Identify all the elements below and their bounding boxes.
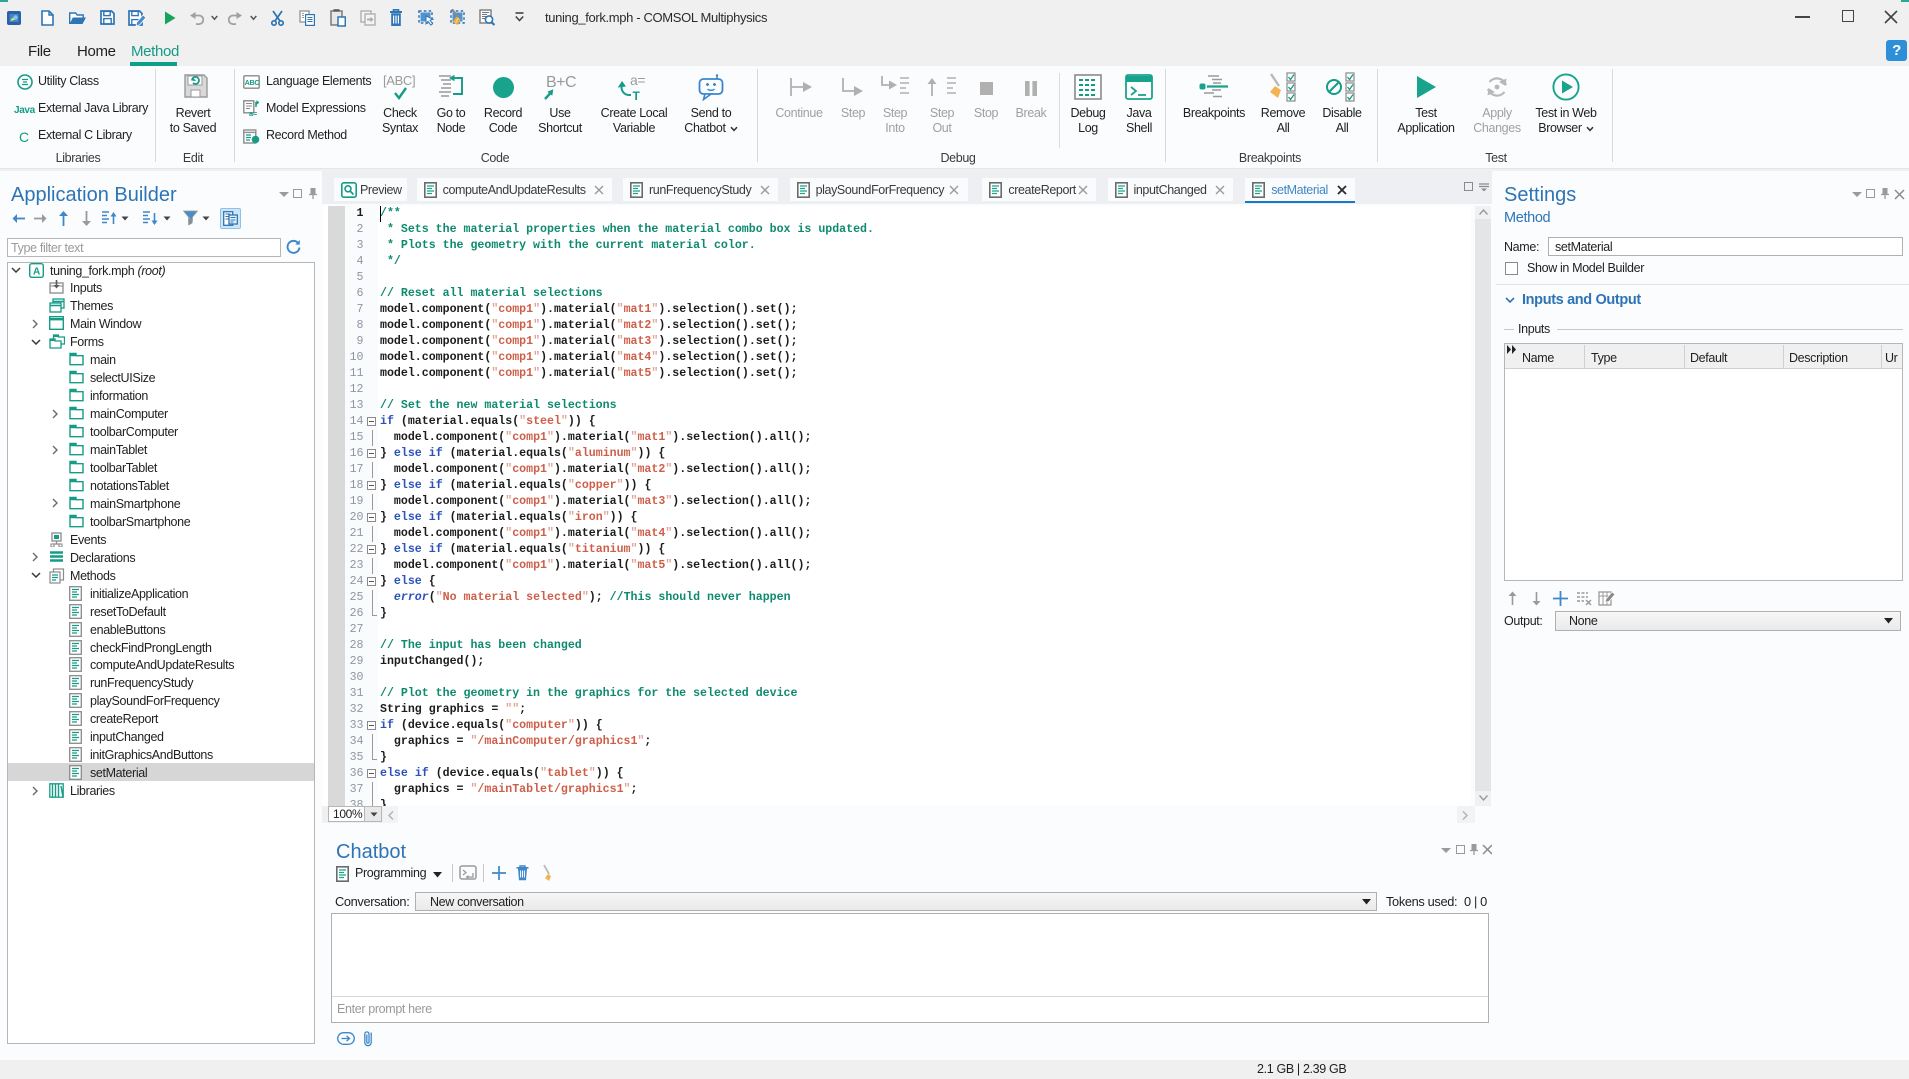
svg-text:a=: a= <box>249 109 258 117</box>
svg-text:Java: Java <box>14 105 36 115</box>
svg-text:A: A <box>33 266 40 277</box>
svg-text:a=: a= <box>630 73 645 88</box>
svg-text:ABC: ABC <box>245 77 260 86</box>
svg-text:T: T <box>633 89 641 103</box>
svg-text:[ABC]: [ABC] <box>383 73 415 88</box>
svg-text:C: C <box>19 129 29 144</box>
svg-text:B+C: B+C <box>546 74 576 91</box>
